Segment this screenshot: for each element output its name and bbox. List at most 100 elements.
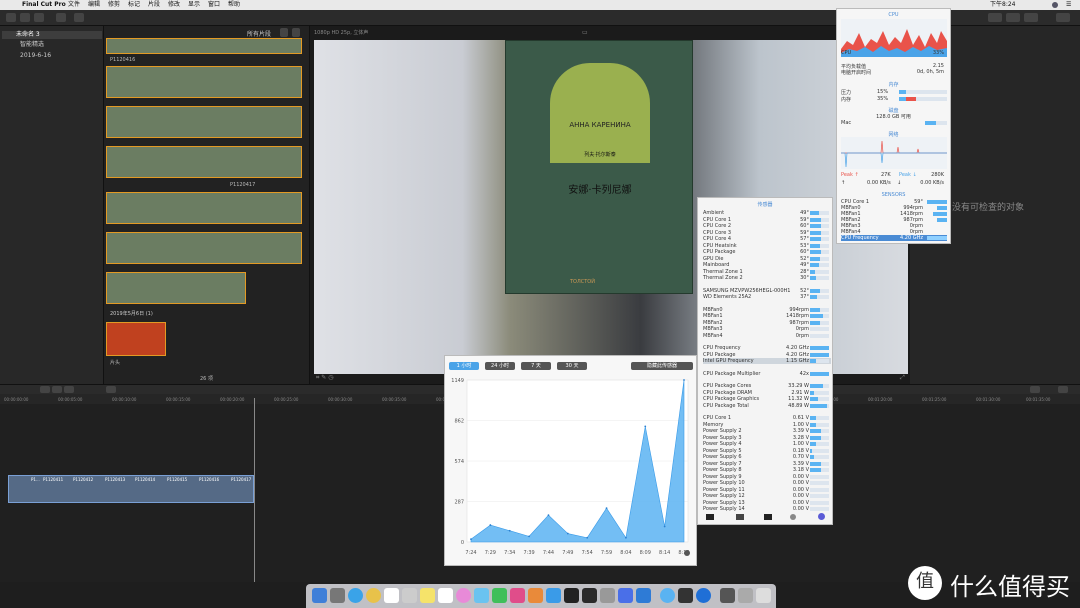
timeline-tool-icon[interactable] (40, 386, 50, 393)
trash-icon[interactable] (756, 588, 771, 603)
sensor-row[interactable]: Thermal Zone 1 28° (703, 269, 831, 275)
reminders-icon[interactable] (438, 588, 453, 603)
sensor-row[interactable]: Power Supply 12 0.00 V (703, 493, 831, 499)
books-icon[interactable] (528, 588, 543, 603)
menu-app-name[interactable]: Final Cut Pro (22, 0, 66, 10)
menu-file[interactable]: 文件 (68, 0, 80, 10)
date-group[interactable]: 2019年5月6日 (1) (110, 310, 153, 317)
sensors-footer-icon[interactable] (736, 514, 744, 520)
menu-modify[interactable]: 修改 (168, 0, 180, 10)
sensors-footer-icon[interactable] (790, 514, 796, 520)
timeline-tool-icon[interactable] (64, 386, 74, 393)
sensor-row[interactable]: CPU Frequency 4.20 GHz (703, 345, 831, 351)
titles-icon[interactable] (34, 13, 44, 22)
sensor-row[interactable]: Power Supply 11 0.00 V (703, 487, 831, 493)
sensor-row[interactable]: CPU Package 60° (703, 249, 831, 255)
sensor-row[interactable]: Power Supply 6 0.70 V (703, 454, 831, 460)
library-icon[interactable] (6, 13, 16, 22)
downloads-icon[interactable] (720, 588, 735, 603)
clip-strip[interactable] (106, 192, 302, 224)
menu-view[interactable]: 显示 (188, 0, 200, 10)
app-icon[interactable] (660, 588, 675, 603)
menu-edit[interactable]: 编辑 (88, 0, 100, 10)
sensor-row[interactable]: SAMSUNG MZVPW256HEGL-000H1 52° (703, 288, 831, 294)
folder-icon[interactable] (738, 588, 753, 603)
clip-strip[interactable] (106, 66, 302, 98)
music-icon[interactable] (510, 588, 525, 603)
sensor-row[interactable]: CPU Package 4.20 GHz (703, 352, 831, 358)
sensor-row[interactable]: Power Supply 13 0.00 V (703, 500, 831, 506)
sensor-row[interactable]: Power Supply 3 3.28 V (703, 435, 831, 441)
event-item[interactable]: 2019-6-16 (10, 52, 51, 60)
sensor-row[interactable]: CPU Core 4 57° (703, 236, 831, 242)
sensor-row[interactable]: CPU Heatsink 53° (703, 243, 831, 249)
sensor-row[interactable]: Power Supply 2 3.39 V (703, 428, 831, 434)
key-icon[interactable] (56, 13, 66, 22)
fullscreen-icon[interactable]: ⤢ (900, 374, 905, 382)
finder-icon[interactable] (312, 588, 327, 603)
sensor-row[interactable]: Power Supply 9 0.00 V (703, 474, 831, 480)
siri-icon[interactable] (1052, 2, 1058, 8)
sensor-row[interactable]: Power Supply 10 0.00 V (703, 480, 831, 486)
sensor-row[interactable]: Power Supply 8 3.18 V (703, 467, 831, 473)
sensor-row[interactable]: MBFan4 0rpm (703, 333, 831, 339)
sensor-row[interactable]: Power Supply 14 0.00 V (703, 506, 831, 512)
zoom-icon[interactable] (1030, 386, 1040, 393)
sensor-row[interactable]: CPU Package Graphics 11.32 W (703, 396, 831, 402)
wps-icon[interactable] (636, 588, 651, 603)
app-store-icon[interactable] (546, 588, 561, 603)
sensors-footer-icon[interactable] (706, 514, 714, 520)
sensor-row[interactable]: CPU Core 1 59° (703, 217, 831, 223)
clip-strip[interactable] (106, 272, 246, 304)
clip-appearance-icon[interactable] (1058, 386, 1068, 393)
chrome-icon[interactable] (366, 588, 381, 603)
sensor-row[interactable]: WD Elements 25A2 37° (703, 294, 831, 300)
sensors-footer-icon[interactable] (764, 514, 772, 520)
smart-collections-item[interactable]: 智能精选 (10, 41, 44, 49)
sensor-row[interactable]: CPU Package Multiplier 42x (703, 371, 831, 377)
layout-icon-2[interactable] (1006, 13, 1020, 22)
clip-strip[interactable] (106, 232, 302, 264)
clip-strip[interactable] (106, 106, 302, 138)
clip-appearance-icon[interactable] (280, 28, 288, 37)
sensor-row[interactable]: CPU Core 1 0.61 V (703, 415, 831, 421)
background-tasks-icon[interactable] (74, 13, 84, 22)
viewer-icon[interactable]: ▭ (582, 29, 588, 36)
menu-window[interactable]: 窗口 (208, 0, 220, 10)
terminal-icon[interactable] (564, 588, 579, 603)
tab-7-days[interactable]: 7 天 (521, 362, 551, 370)
messages-icon[interactable] (474, 588, 489, 603)
facetime-icon[interactable] (492, 588, 507, 603)
menu-mark[interactable]: 标记 (128, 0, 140, 10)
sensor-row[interactable]: MBFan0 994rpm (703, 307, 831, 313)
share-icon[interactable] (1056, 13, 1070, 22)
launchpad-icon[interactable] (330, 588, 345, 603)
sensor-row[interactable]: CPU Package DRAM 2.91 W (703, 390, 831, 396)
select-tool-icon[interactable] (106, 386, 116, 393)
layout-icon-3[interactable] (1024, 13, 1038, 22)
safari-icon[interactable] (348, 588, 363, 603)
sensor-row[interactable]: Power Supply 5 0.18 V (703, 448, 831, 454)
sensor-row[interactable]: CPU Core 2 60° (703, 223, 831, 229)
photos-app-icon[interactable] (456, 588, 471, 603)
hide-sensor-button[interactable]: 隐藏此传感器 (631, 362, 693, 370)
tab-1-hour[interactable]: 1 小时 (449, 362, 479, 370)
layout-icon-1[interactable] (988, 13, 1002, 22)
sensor-row[interactable]: Thermal Zone 2 30° (703, 275, 831, 281)
sensor-row[interactable]: Power Supply 4 1.00 V (703, 441, 831, 447)
photos-icon[interactable] (20, 13, 30, 22)
menu-clip[interactable]: 片段 (148, 0, 160, 10)
sensor-row[interactable]: CPU Core 3 59° (703, 230, 831, 236)
clip-strip[interactable] (106, 146, 302, 178)
activity-monitor-icon[interactable] (582, 588, 597, 603)
notification-icon[interactable]: ☰ (1066, 0, 1071, 10)
contacts-icon[interactable] (402, 588, 417, 603)
notes-icon[interactable] (420, 588, 435, 603)
calendar-icon[interactable] (384, 588, 399, 603)
menu-help[interactable]: 帮助 (228, 0, 240, 10)
sensor-row[interactable]: Memory 1.00 V (703, 422, 831, 428)
sensor-row[interactable]: Mainboard 49° (703, 262, 831, 268)
menu-clock[interactable]: 下午8:24 (990, 0, 1015, 10)
sensor-row[interactable]: MBFan1 1418rpm (703, 313, 831, 319)
library-item[interactable]: 未命名 3 (2, 31, 102, 39)
